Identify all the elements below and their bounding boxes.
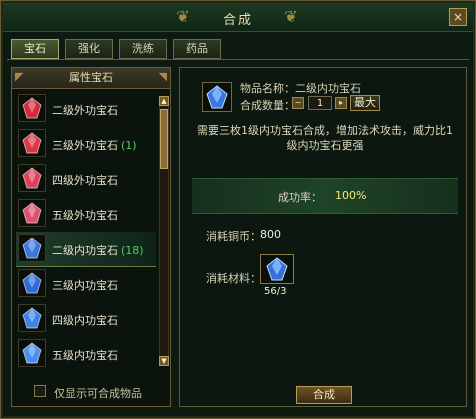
- product-name: 物品名称：二级内功宝石: [240, 82, 361, 95]
- recipe-list-panel: ◤ 属性宝石 ◥ 二级外功宝石 三级外功宝石 (1) 四级外功宝石 五级外功宝石 二级内功…: [11, 67, 171, 407]
- quantity-increase-button[interactable]: ▸: [335, 97, 347, 109]
- craft-detail-panel: 物品名称：二级内功宝石 合成数量： − 1 ▸ 最大 需要三枚1级内功宝石合成，…: [179, 67, 467, 407]
- gem-icon: [22, 237, 42, 259]
- list-item[interactable]: 二级外功宝石: [16, 92, 156, 126]
- title-ornament-right: ❦: [284, 7, 298, 26]
- list-item[interactable]: 三级外功宝石 (1): [16, 127, 156, 161]
- item-name-text: 三级内功宝石: [52, 279, 118, 292]
- list-header-title: 属性宝石: [69, 71, 113, 84]
- recipe-list: 二级外功宝石 三级外功宝石 (1) 四级外功宝石 五级外功宝石 二级内功宝石 (18) 三级内…: [16, 92, 156, 372]
- gem-slot: [18, 164, 46, 192]
- plus-icon: ▸: [338, 98, 343, 107]
- craftable-only-label: 仅显示可合成物品: [54, 387, 142, 400]
- scroll-thumb[interactable]: [160, 109, 168, 169]
- corner-ornament-right: ◥: [158, 70, 167, 83]
- scroll-down-button[interactable]: ▼: [159, 356, 169, 366]
- product-slot[interactable]: [202, 82, 232, 112]
- gem-slot: [18, 304, 46, 332]
- gem-slot: [18, 234, 46, 262]
- gem-icon: [206, 85, 228, 109]
- list-item-label: 二级外功宝石: [52, 102, 118, 118]
- list-item[interactable]: 五级外功宝石: [16, 197, 156, 231]
- quantity-input[interactable]: 1: [308, 96, 332, 110]
- list-item[interactable]: 五级内功宝石: [16, 337, 156, 371]
- gem-slot: [18, 94, 46, 122]
- list-scrollbar[interactable]: ▲ ▼: [159, 96, 169, 366]
- item-name-text: 二级内功宝石: [52, 244, 118, 257]
- title-bar[interactable]: ❦ 合成 ❦ ×: [3, 3, 473, 32]
- gem-icon: [22, 272, 42, 294]
- minus-icon: −: [294, 98, 302, 107]
- cost-label: 消耗铜币：: [206, 230, 261, 243]
- max-quantity-button[interactable]: 最大: [350, 95, 380, 111]
- quantity-label: 合成数量：: [240, 99, 295, 112]
- gem-icon: [22, 167, 42, 189]
- item-name-text: 五级外功宝石: [52, 209, 118, 222]
- list-item-label: 二级内功宝石 (18): [52, 242, 144, 258]
- gem-slot: [18, 269, 46, 297]
- item-name-text: 三级外功宝石: [52, 139, 118, 152]
- tab-enhance[interactable]: 强化: [65, 39, 113, 59]
- tab-divider: [7, 59, 469, 60]
- recipe-description: 需要三枚1级内功宝石合成，增加法术攻击，威力比1级内功宝石更强: [197, 124, 453, 152]
- gem-icon: [22, 97, 42, 119]
- gem-icon: [22, 132, 42, 154]
- quantity-decrease-button[interactable]: −: [292, 97, 304, 109]
- item-name-text: 二级外功宝石: [52, 104, 118, 117]
- corner-ornament-left: ◤: [15, 70, 24, 83]
- tab-gems[interactable]: 宝石: [11, 39, 59, 59]
- close-icon: ×: [452, 10, 464, 24]
- success-rate-value: 100%: [335, 189, 367, 202]
- list-item-label: 五级外功宝石: [52, 207, 118, 223]
- item-name-text: 五级内功宝石: [52, 349, 118, 362]
- item-count: (1): [121, 139, 137, 152]
- window-title: 合成: [222, 13, 253, 28]
- gem-icon: [266, 257, 288, 281]
- material-label: 消耗材料：: [206, 272, 261, 285]
- list-item-label: 三级内功宝石: [52, 277, 118, 293]
- list-header: ◤ 属性宝石 ◥: [12, 68, 170, 89]
- arrow-up-icon: ▲: [161, 97, 167, 105]
- success-rate-label: 成功率：: [278, 191, 322, 204]
- list-item-label: 四级内功宝石: [52, 312, 118, 328]
- list-item-label: 四级外功宝石: [52, 172, 118, 188]
- success-rate-band: 成功率： 100%: [192, 178, 458, 214]
- material-slot[interactable]: [260, 254, 294, 284]
- material-count: 56/3: [264, 286, 287, 297]
- gem-icon: [22, 202, 42, 224]
- gem-icon: [22, 342, 42, 364]
- list-item[interactable]: 二级内功宝石 (18): [16, 232, 156, 267]
- crafting-window: ❦ 合成 ❦ × 宝石 强化 洗练 药品 ◤ 属性宝石 ◥ 二级外功宝石 三级外功…: [0, 0, 476, 419]
- gem-icon: [22, 307, 42, 329]
- list-item[interactable]: 三级内功宝石: [16, 267, 156, 301]
- gem-slot: [18, 129, 46, 157]
- list-item[interactable]: 四级内功宝石: [16, 302, 156, 336]
- tab-medicine[interactable]: 药品: [173, 39, 221, 59]
- list-item-label: 五级内功宝石: [52, 347, 118, 363]
- gem-slot: [18, 339, 46, 367]
- arrow-down-icon: ▼: [161, 357, 167, 365]
- item-count: (18): [121, 244, 144, 257]
- gem-slot: [18, 199, 46, 227]
- close-button[interactable]: ×: [449, 8, 467, 26]
- craft-button[interactable]: 合成: [296, 386, 352, 404]
- list-item[interactable]: 四级外功宝石: [16, 162, 156, 196]
- scroll-up-button[interactable]: ▲: [159, 96, 169, 106]
- cost-value: 800: [260, 228, 281, 241]
- tab-refine[interactable]: 洗练: [119, 39, 167, 59]
- item-name-text: 四级外功宝石: [52, 174, 118, 187]
- item-name-text: 四级内功宝石: [52, 314, 118, 327]
- craftable-only-checkbox[interactable]: [34, 385, 46, 397]
- list-item-label: 三级外功宝石 (1): [52, 137, 137, 153]
